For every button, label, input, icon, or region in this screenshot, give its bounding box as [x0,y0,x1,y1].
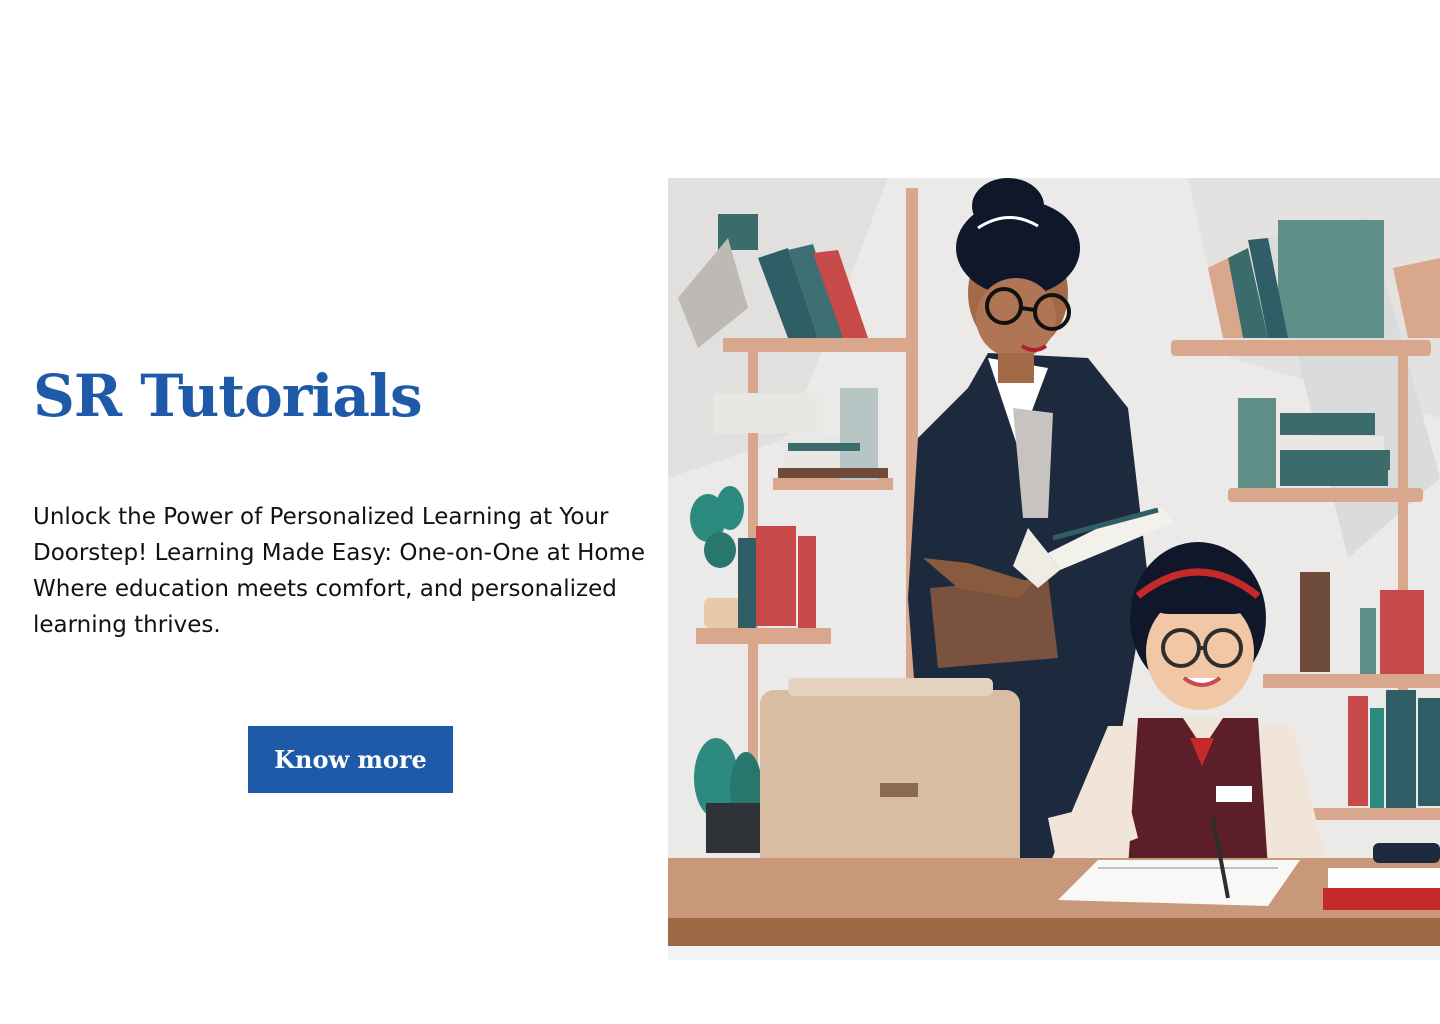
hero-description-line: Doorstep! Learning Made Easy: One-on-One… [33,540,645,566]
hero-description-line: Where education meets comfort, and perso… [33,576,617,602]
know-more-button[interactable]: Know more [248,726,453,793]
site-title: SR Tutorials [33,362,423,430]
tutor-student-illustration [668,178,1440,960]
hero-description: Unlock the Power of Personalized Learnin… [33,499,673,643]
hero-description-line: Unlock the Power of Personalized Learnin… [33,504,609,530]
hero-description-line: learning thrives. [33,612,221,638]
